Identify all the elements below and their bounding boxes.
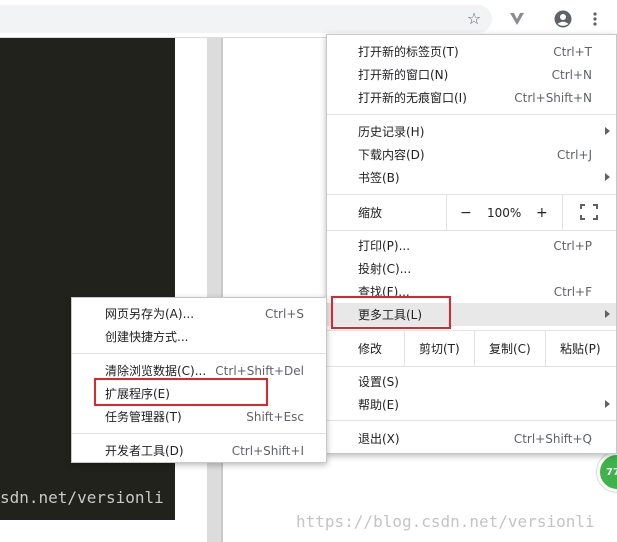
menu-shortcut: Ctrl+S	[264, 306, 304, 321]
browser-toolbar: ☆	[0, 0, 617, 38]
menu-item-bookmarks[interactable]: 书签(B)	[327, 166, 616, 189]
menu-label: 创建快捷方式...	[105, 330, 189, 344]
menu-label: 设置(S)	[358, 375, 399, 389]
menu-label: 历史记录(H)	[358, 125, 425, 139]
zoom-label: 缩放	[358, 206, 383, 220]
menu-label: 查找(F)...	[358, 285, 410, 299]
cut-button[interactable]: 剪切(T)	[419, 331, 460, 366]
menu-label: 帮助(E)	[358, 398, 399, 412]
page-divider	[221, 38, 223, 542]
profile-icon[interactable]	[553, 9, 573, 29]
menu-shortcut: Ctrl+Shift+N	[514, 90, 592, 105]
left-watermark: sdn.net/versionli	[0, 488, 164, 507]
menu-label: 打印(P)...	[358, 239, 411, 253]
menu-item-new-window[interactable]: 打开新的窗口(N) Ctrl+N	[327, 63, 616, 86]
edit-divider	[474, 331, 475, 366]
zoom-out-button[interactable]: −	[460, 195, 472, 230]
menu-separator	[72, 433, 326, 434]
menu-shortcut: Ctrl+T	[553, 44, 592, 59]
submenu-arrow-icon	[605, 310, 610, 318]
menu-shortcut: Ctrl+F	[553, 284, 592, 299]
edit-row: 修改 剪切(T) 复制(C) 粘贴(P)	[327, 331, 616, 366]
menu-item-cast[interactable]: 投射(C)...	[327, 257, 616, 280]
menu-item-print[interactable]: 打印(P)... Ctrl+P	[327, 234, 616, 257]
zoom-divider	[446, 195, 447, 230]
menu-label: 任务管理器(T)	[105, 410, 182, 424]
menu-label: 开发者工具(D)	[105, 444, 184, 458]
menu-shortcut: Ctrl+P	[553, 238, 592, 253]
submenu-arrow-icon	[605, 400, 610, 408]
copy-button[interactable]: 复制(C)	[489, 331, 531, 366]
menu-item-find[interactable]: 查找(F)... Ctrl+F	[327, 280, 616, 303]
zoom-row: 缩放 − 100% +	[327, 195, 616, 230]
edit-divider	[404, 331, 405, 366]
edit-divider	[545, 331, 546, 366]
menu-label: 投射(C)...	[358, 262, 412, 276]
menu-separator	[327, 114, 616, 115]
menu-item-settings[interactable]: 设置(S)	[327, 370, 616, 393]
menu-item-new-incognito[interactable]: 打开新的无痕窗口(I) Ctrl+Shift+N	[327, 86, 616, 109]
menu-label: 清除浏览数据(C)...	[105, 364, 207, 378]
menu-label: 网页另存为(A)...	[105, 307, 195, 321]
kebab-menu-icon[interactable]	[585, 9, 605, 29]
submenu-arrow-icon	[605, 127, 610, 135]
chrome-main-menu: 打开新的标签页(T) Ctrl+T 打开新的窗口(N) Ctrl+N 打开新的无…	[326, 34, 617, 454]
bottom-watermark: https://blog.csdn.net/versionli	[296, 512, 595, 531]
menu-shortcut: Ctrl+Shift+I	[231, 443, 304, 458]
green-badge[interactable]: 77	[597, 452, 617, 492]
address-bar[interactable]	[0, 5, 492, 33]
menu-label: 退出(X)	[358, 432, 400, 446]
zoom-in-button[interactable]: +	[536, 195, 548, 230]
menu-label: 打开新的标签页(T)	[358, 45, 459, 59]
submenu-item-extensions[interactable]: 扩展程序(E)	[72, 382, 326, 405]
zoom-divider	[562, 195, 563, 230]
star-icon[interactable]: ☆	[464, 9, 484, 29]
page-gutter	[207, 38, 221, 542]
menu-item-more-tools[interactable]: 更多工具(L)	[327, 303, 616, 326]
menu-separator	[327, 230, 616, 231]
menu-label: 打开新的窗口(N)	[358, 68, 449, 82]
menu-item-help[interactable]: 帮助(E)	[327, 393, 616, 416]
submenu-item-clear-data[interactable]: 清除浏览数据(C)... Ctrl+Shift+Del	[72, 359, 326, 382]
menu-separator	[72, 353, 326, 354]
menu-shortcut: Shift+Esc	[246, 409, 304, 424]
menu-separator	[327, 366, 616, 367]
menu-label: 打开新的无痕窗口(I)	[358, 91, 467, 105]
zoom-level: 100%	[487, 205, 522, 220]
menu-shortcut: Ctrl+J	[557, 147, 592, 162]
fullscreen-icon[interactable]	[580, 204, 598, 220]
paste-button[interactable]: 粘贴(P)	[560, 331, 601, 366]
menu-item-history[interactable]: 历史记录(H)	[327, 120, 616, 143]
menu-label: 下载内容(D)	[358, 148, 425, 162]
submenu-arrow-icon	[605, 173, 610, 181]
submenu-item-save-page[interactable]: 网页另存为(A)... Ctrl+S	[72, 302, 326, 325]
menu-label: 扩展程序(E)	[105, 387, 170, 401]
more-tools-submenu: 网页另存为(A)... Ctrl+S 创建快捷方式... 清除浏览数据(C)..…	[71, 297, 327, 463]
submenu-item-create-shortcut[interactable]: 创建快捷方式...	[72, 325, 326, 348]
menu-separator	[327, 420, 616, 421]
menu-item-exit[interactable]: 退出(X) Ctrl+Shift+Q	[327, 427, 616, 450]
menu-shortcut: Ctrl+Shift+Del	[215, 363, 304, 378]
submenu-item-devtools[interactable]: 开发者工具(D) Ctrl+Shift+I	[72, 439, 326, 462]
menu-label: 更多工具(L)	[358, 308, 423, 322]
menu-label: 书签(B)	[358, 171, 400, 185]
edit-label: 修改	[358, 342, 383, 356]
extension-v-icon[interactable]	[507, 9, 527, 29]
menu-item-new-tab[interactable]: 打开新的标签页(T) Ctrl+T	[327, 40, 616, 63]
menu-shortcut: Ctrl+N	[551, 67, 592, 82]
menu-item-downloads[interactable]: 下载内容(D) Ctrl+J	[327, 143, 616, 166]
submenu-item-task-manager[interactable]: 任务管理器(T) Shift+Esc	[72, 405, 326, 428]
menu-shortcut: Ctrl+Shift+Q	[513, 431, 592, 446]
